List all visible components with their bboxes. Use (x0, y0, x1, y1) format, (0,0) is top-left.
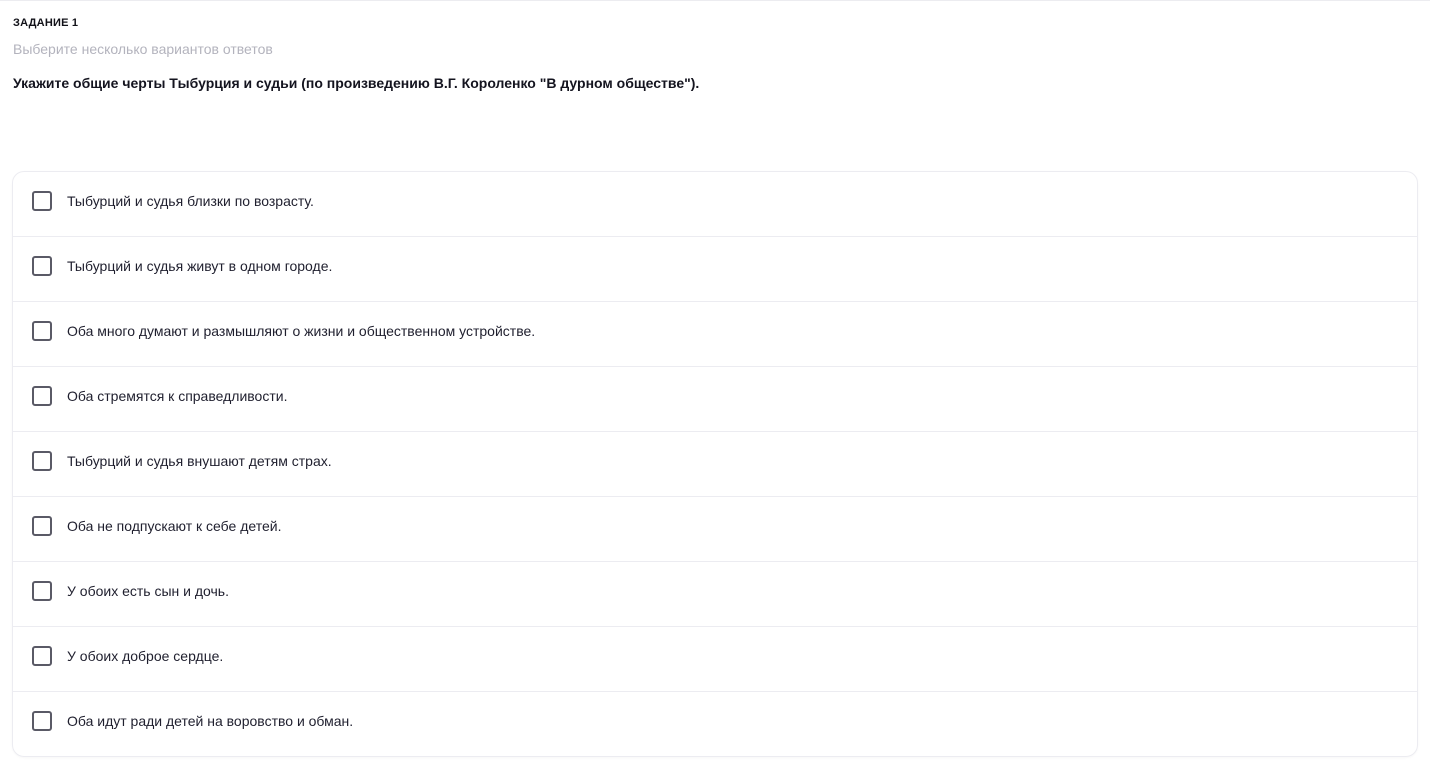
answer-option-label: Оба идут ради детей на воровство и обман… (67, 713, 354, 729)
question-text: Укажите общие черты Тыбурция и судьи (по… (13, 75, 700, 91)
checkbox[interactable] (32, 711, 52, 731)
answer-option-label: Тыбурций и судья внушают детям страх. (67, 453, 332, 469)
answer-option-label: Оба не подпускают к себе детей. (67, 518, 282, 534)
answer-option[interactable]: У обоих доброе сердце. (13, 627, 1417, 692)
task-instruction-hint: Выберите несколько вариантов ответов (13, 41, 273, 57)
checkbox[interactable] (32, 581, 52, 601)
checkbox[interactable] (32, 321, 52, 341)
answer-option-label: У обоих доброе сердце. (67, 648, 224, 664)
answer-option[interactable]: Тыбурций и судья живут в одном городе. (13, 237, 1417, 302)
answer-option-label: Тыбурций и судья живут в одном городе. (67, 258, 333, 274)
answer-option[interactable]: Оба идут ради детей на воровство и обман… (13, 692, 1417, 756)
checkbox[interactable] (32, 386, 52, 406)
answer-option[interactable]: Оба много думают и размышляют о жизни и … (13, 302, 1417, 367)
answer-option-label: Оба много думают и размышляют о жизни и … (67, 323, 536, 339)
checkbox[interactable] (32, 256, 52, 276)
answer-options-list: Тыбурций и судья близки по возрасту. Тыб… (12, 171, 1418, 757)
task-page: ЗАДАНИЕ 1 Выберите несколько вариантов о… (0, 0, 1430, 763)
answer-option-label: У обоих есть сын и дочь. (67, 583, 229, 599)
answer-option[interactable]: Тыбурций и судья близки по возрасту. (13, 172, 1417, 237)
checkbox[interactable] (32, 451, 52, 471)
checkbox[interactable] (32, 191, 52, 211)
checkbox[interactable] (32, 516, 52, 536)
answer-option[interactable]: Тыбурций и судья внушают детям страх. (13, 432, 1417, 497)
task-number-label: ЗАДАНИЕ 1 (13, 17, 79, 29)
checkbox[interactable] (32, 646, 52, 666)
answer-option[interactable]: У обоих есть сын и дочь. (13, 562, 1417, 627)
answer-option-label: Тыбурций и судья близки по возрасту. (67, 193, 314, 209)
answer-option[interactable]: Оба стремятся к справедливости. (13, 367, 1417, 432)
answer-option[interactable]: Оба не подпускают к себе детей. (13, 497, 1417, 562)
answer-option-label: Оба стремятся к справедливости. (67, 388, 288, 404)
